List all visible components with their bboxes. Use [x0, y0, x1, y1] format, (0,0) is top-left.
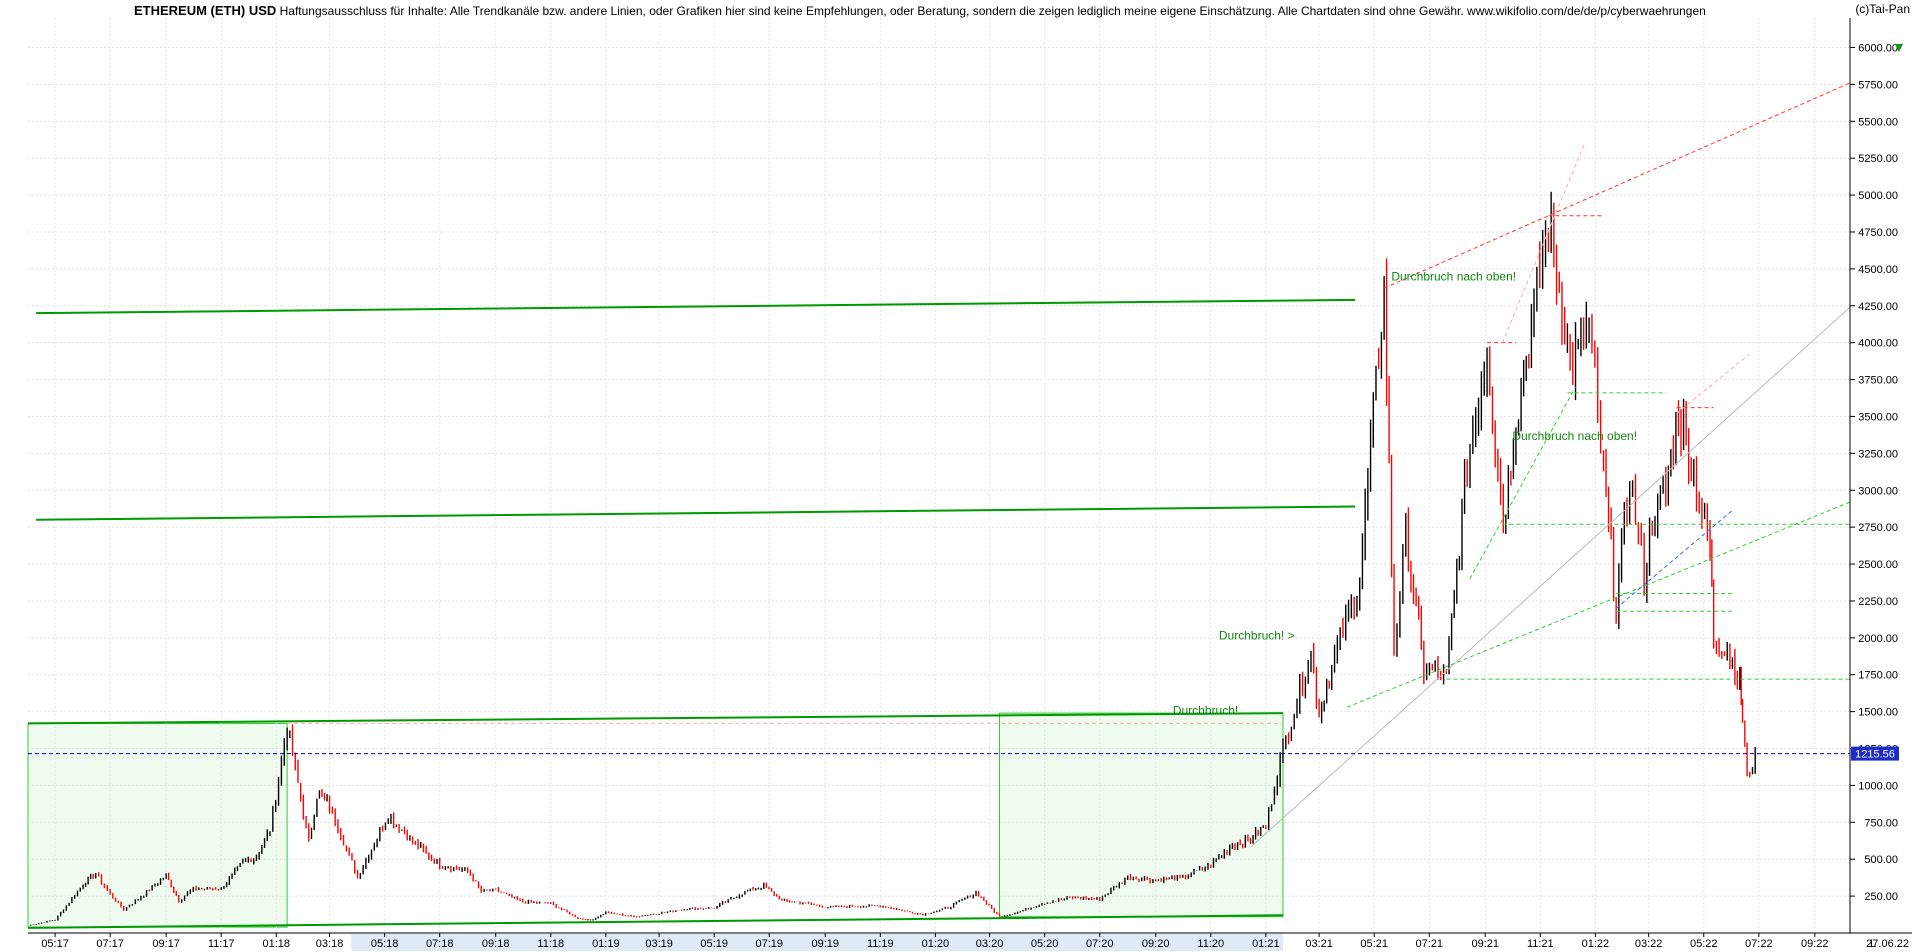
y-tick-label: 5750.00 — [1858, 79, 1898, 91]
trendline-11 — [1383, 82, 1851, 289]
y-tick-label: 4250.00 — [1858, 301, 1898, 313]
x-tick-label: 03:19 — [645, 938, 673, 950]
y-tick-label: 1000.00 — [1858, 780, 1898, 792]
trendline-4 — [1346, 501, 1851, 708]
y-tick-label: 5250.00 — [1858, 153, 1898, 165]
y-tick-label: 250.00 — [1864, 891, 1898, 903]
x-tick-label: 01:20 — [922, 938, 950, 950]
y-tick-label: 1750.00 — [1858, 670, 1898, 682]
trendline-1 — [36, 505, 1356, 521]
y-tick-label: 2500.00 — [1858, 559, 1898, 571]
x-tick-label: 03:20 — [976, 938, 1004, 950]
x-tick-label: 03:18 — [316, 938, 344, 950]
y-tick-label: 500.00 — [1864, 854, 1898, 866]
last-price-label: 1215.56 — [1855, 749, 1895, 761]
x-tick-label: 07:17 — [96, 938, 124, 950]
x-tick-label: 07:18 — [426, 938, 454, 950]
trendline-0 — [36, 298, 1356, 315]
x-tick-label: 09:20 — [1142, 938, 1170, 950]
x-tick-label: 01:18 — [263, 938, 291, 950]
trendline-19 — [1250, 306, 1851, 848]
x-tick-label: 11:20 — [1197, 938, 1224, 950]
annotation-label: Durchbruch! — [1173, 704, 1238, 718]
x-tick-label: 09:17 — [152, 938, 180, 950]
x-tick-label: 11:18 — [537, 938, 564, 950]
y-tick-label: 3750.00 — [1858, 375, 1898, 387]
x-tick-label: 03:22 — [1635, 938, 1663, 950]
x-tick-label: 11:17 — [208, 938, 235, 950]
trendline-15 — [1501, 143, 1586, 343]
chart-window: ETHEREUM (ETH) USD Haftungsausschluss fü… — [0, 0, 1912, 952]
y-tick-label: 4750.00 — [1858, 227, 1898, 239]
x-tick-label: 05:17 — [41, 938, 69, 950]
y-tick-label: 5500.00 — [1858, 116, 1898, 128]
y-tick-label: 4000.00 — [1858, 338, 1898, 350]
shaded-box-1 — [998, 712, 1284, 918]
x-tick-label: 05:20 — [1031, 938, 1059, 950]
x-tick-label: 01:21 — [1252, 938, 1280, 950]
last-date-label: 27.06.22 — [1866, 938, 1909, 950]
x-tick-label: 07:19 — [755, 938, 783, 950]
x-tick-label: 09:18 — [482, 938, 510, 950]
y-tick-label: 2750.00 — [1858, 522, 1898, 534]
x-tick-label: 05:19 — [700, 938, 728, 950]
y-tick-label: 750.00 — [1864, 817, 1898, 829]
y-tick-label: 3500.00 — [1858, 411, 1898, 423]
price-chart[interactable]: Durchbruch nach oben! Durchbruch nach obe… — [0, 0, 1912, 952]
y-tick-label: 6000.00 — [1858, 43, 1898, 55]
y-tick-label: 3250.00 — [1858, 448, 1898, 460]
y-tick-label: 4500.00 — [1858, 264, 1898, 276]
y-tick-label: 2250.00 — [1858, 596, 1898, 608]
x-tick-label: 01:22 — [1582, 938, 1610, 950]
annotation-label: Durchbruch nach oben! — [1391, 270, 1516, 284]
x-tick-label: 05:21 — [1360, 938, 1388, 950]
x-tick-label: 09:21 — [1471, 938, 1499, 950]
x-tick-label: 09:22 — [1801, 938, 1829, 950]
y-tick-label: 2000.00 — [1858, 633, 1898, 645]
trendline-16 — [1676, 354, 1750, 414]
y-tick-label: 3000.00 — [1858, 485, 1898, 497]
x-tick-label: 11:19 — [867, 938, 894, 950]
x-tick-label: 07:20 — [1086, 938, 1114, 950]
x-tick-label: 05:18 — [371, 938, 399, 950]
x-tick-label: 09:19 — [811, 938, 839, 950]
y-tick-label: 1500.00 — [1858, 707, 1898, 719]
annotation-label: Durchbruch nach oben! — [1512, 429, 1637, 443]
annotation-label: Durchbruch! > — [1219, 628, 1295, 642]
y-tick-label: 5000.00 — [1858, 190, 1898, 202]
x-tick-label: 07:22 — [1745, 938, 1773, 950]
x-tick-label: 01:19 — [592, 938, 620, 950]
x-tick-label: 05:22 — [1690, 938, 1718, 950]
x-tick-label: 07:21 — [1415, 938, 1443, 950]
x-tick-label: 11:21 — [1527, 938, 1554, 950]
x-tick-label: 03:21 — [1305, 938, 1333, 950]
